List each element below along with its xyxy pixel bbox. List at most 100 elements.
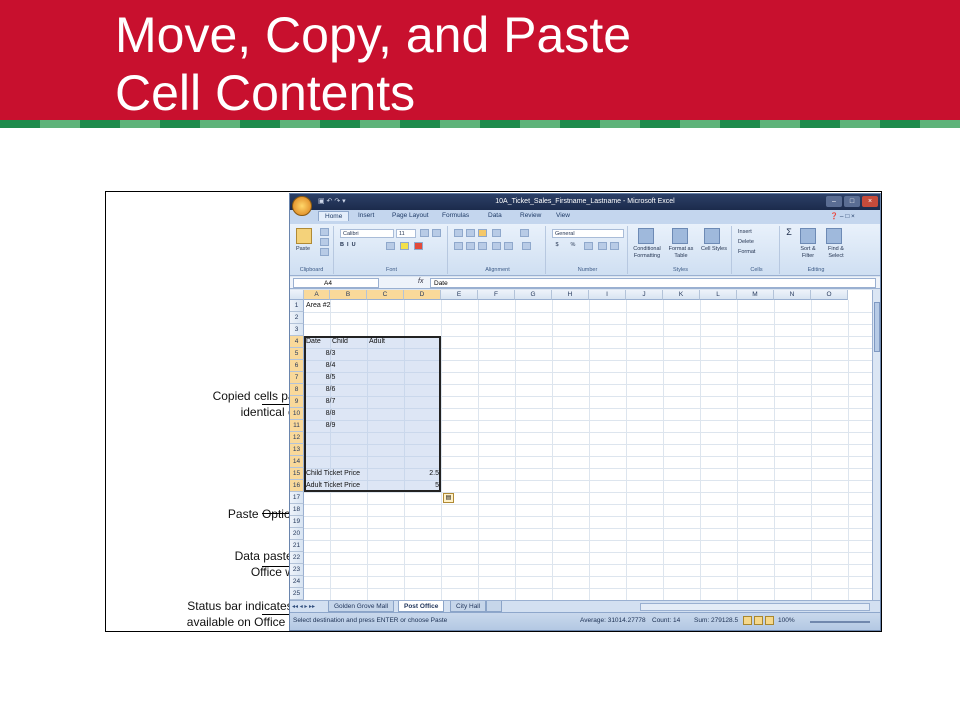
column-header-m[interactable]: M — [737, 290, 774, 300]
column-header-g[interactable]: G — [515, 290, 552, 300]
cell-a5[interactable]: 8/3 — [306, 348, 336, 360]
row-header-13[interactable]: 13 — [290, 444, 304, 456]
tab-formulas[interactable]: Formulas — [442, 212, 469, 219]
column-header-l[interactable]: L — [700, 290, 737, 300]
align-left-icon[interactable] — [454, 242, 463, 250]
cell-c4[interactable]: Adult — [369, 336, 469, 348]
close-button[interactable]: × — [862, 196, 878, 207]
page-layout-view-icon[interactable] — [754, 616, 763, 625]
tab-insert[interactable]: Insert — [358, 212, 374, 219]
sheet-nav-arrows[interactable]: ◂◂ ◂ ▸ ▸▸ — [292, 603, 315, 610]
cell-a15[interactable]: Child Ticket Price — [306, 468, 406, 480]
paste-icon[interactable] — [296, 228, 312, 244]
align-bottom-icon[interactable] — [478, 229, 487, 237]
decrease-decimal-icon[interactable] — [610, 242, 619, 250]
delete-button[interactable]: Delete — [738, 239, 754, 246]
cell-d16[interactable]: 5 — [406, 480, 439, 492]
cell-styles-button[interactable]: Cell Styles — [698, 246, 730, 253]
scroll-thumb[interactable] — [874, 302, 880, 352]
align-right-icon[interactable] — [478, 242, 487, 250]
quick-access-toolbar[interactable]: ▣ ↶ ↷ ▾ — [318, 197, 346, 205]
zoom-level[interactable]: 100% — [778, 617, 795, 624]
paste-button[interactable]: Paste — [292, 246, 314, 253]
find-select-icon[interactable] — [826, 228, 842, 244]
cell-a1[interactable]: Area #2 — [306, 300, 406, 312]
paste-options-button[interactable]: ▤ — [443, 493, 454, 503]
row-header-15[interactable]: 15 — [290, 468, 304, 480]
column-header-i[interactable]: I — [589, 290, 626, 300]
increase-decimal-icon[interactable] — [598, 242, 607, 250]
row-header-8[interactable]: 8 — [290, 384, 304, 396]
format-button[interactable]: Format — [738, 249, 755, 256]
cell-a11[interactable]: 8/9 — [306, 420, 336, 432]
orientation-icon[interactable] — [492, 229, 501, 237]
sheet-tab-city-hall[interactable]: City Hall — [450, 601, 487, 612]
office-button[interactable] — [292, 196, 312, 216]
shrink-font-icon[interactable] — [432, 229, 441, 237]
conditional-formatting-icon[interactable] — [638, 228, 654, 244]
copy-icon[interactable] — [320, 238, 329, 246]
name-box[interactable]: A4 — [293, 278, 379, 288]
percent-button[interactable]: % — [568, 242, 578, 249]
decrease-indent-icon[interactable] — [492, 242, 501, 250]
column-header-j[interactable]: J — [626, 290, 663, 300]
font-name-select[interactable]: Calibri — [340, 229, 394, 238]
format-painter-icon[interactable] — [320, 248, 329, 256]
sheet-tab-post-office[interactable]: Post Office — [398, 601, 445, 612]
row-header-16[interactable]: 16 — [290, 480, 304, 492]
zoom-slider[interactable] — [810, 621, 870, 623]
row-header-4[interactable]: 4 — [290, 336, 304, 348]
cell-a16[interactable]: Adult Ticket Price — [306, 480, 406, 492]
align-top-icon[interactable] — [454, 229, 463, 237]
row-header-1[interactable]: 1 — [290, 300, 304, 312]
column-header-h[interactable]: H — [552, 290, 589, 300]
find-select-button[interactable]: Find & Select — [822, 246, 850, 260]
grow-font-icon[interactable] — [420, 229, 429, 237]
wrap-text-icon[interactable] — [520, 229, 529, 237]
conditional-formatting-button[interactable]: Conditional Formatting — [630, 246, 664, 260]
sheet-tab-golden-grove-mall[interactable]: Golden Grove Mall — [328, 601, 395, 612]
row-header-19[interactable]: 19 — [290, 516, 304, 528]
row-header-2[interactable]: 2 — [290, 312, 304, 324]
format-as-table-button[interactable]: Format as Table — [664, 246, 698, 260]
horizontal-scrollbar[interactable] — [640, 603, 870, 611]
page-break-view-icon[interactable] — [765, 616, 774, 625]
row-header-10[interactable]: 10 — [290, 408, 304, 420]
cell-a8[interactable]: 8/6 — [306, 384, 336, 396]
sort-filter-icon[interactable] — [800, 228, 816, 244]
row-header-7[interactable]: 7 — [290, 372, 304, 384]
row-header-21[interactable]: 21 — [290, 540, 304, 552]
column-header-e[interactable]: E — [441, 290, 478, 300]
row-header-22[interactable]: 22 — [290, 552, 304, 564]
column-header-c[interactable]: C — [367, 290, 404, 300]
normal-view-icon[interactable] — [743, 616, 752, 625]
column-header-f[interactable]: F — [478, 290, 515, 300]
row-header-24[interactable]: 24 — [290, 576, 304, 588]
cell-a7[interactable]: 8/5 — [306, 372, 336, 384]
tab-view[interactable]: View — [556, 212, 570, 219]
row-header-18[interactable]: 18 — [290, 504, 304, 516]
row-header-20[interactable]: 20 — [290, 528, 304, 540]
cut-icon[interactable] — [320, 228, 329, 236]
currency-button[interactable]: $ — [552, 242, 562, 249]
row-header-23[interactable]: 23 — [290, 564, 304, 576]
bold-italic-underline-buttons[interactable]: B I U — [340, 242, 380, 249]
cell-styles-icon[interactable] — [704, 228, 720, 244]
row-header-5[interactable]: 5 — [290, 348, 304, 360]
row-header-25[interactable]: 25 — [290, 588, 304, 600]
tab-review[interactable]: Review — [520, 212, 541, 219]
tab-page-layout[interactable]: Page Layout — [392, 212, 429, 219]
comma-style-icon[interactable] — [584, 242, 593, 250]
align-center-icon[interactable] — [466, 242, 475, 250]
row-header-3[interactable]: 3 — [290, 324, 304, 336]
maximize-button[interactable]: □ — [844, 196, 860, 207]
help-icon[interactable]: ❓ – □ × — [830, 212, 855, 220]
column-header-a[interactable]: A — [304, 290, 330, 300]
formula-input[interactable]: Date — [430, 278, 876, 288]
insert-button[interactable]: Insert — [738, 229, 752, 236]
autosum-icon[interactable]: Σ — [784, 228, 794, 237]
font-size-select[interactable]: 11 — [396, 229, 416, 238]
vertical-scrollbar[interactable] — [872, 290, 880, 600]
select-all-corner[interactable] — [290, 290, 304, 300]
borders-icon[interactable] — [386, 242, 395, 250]
